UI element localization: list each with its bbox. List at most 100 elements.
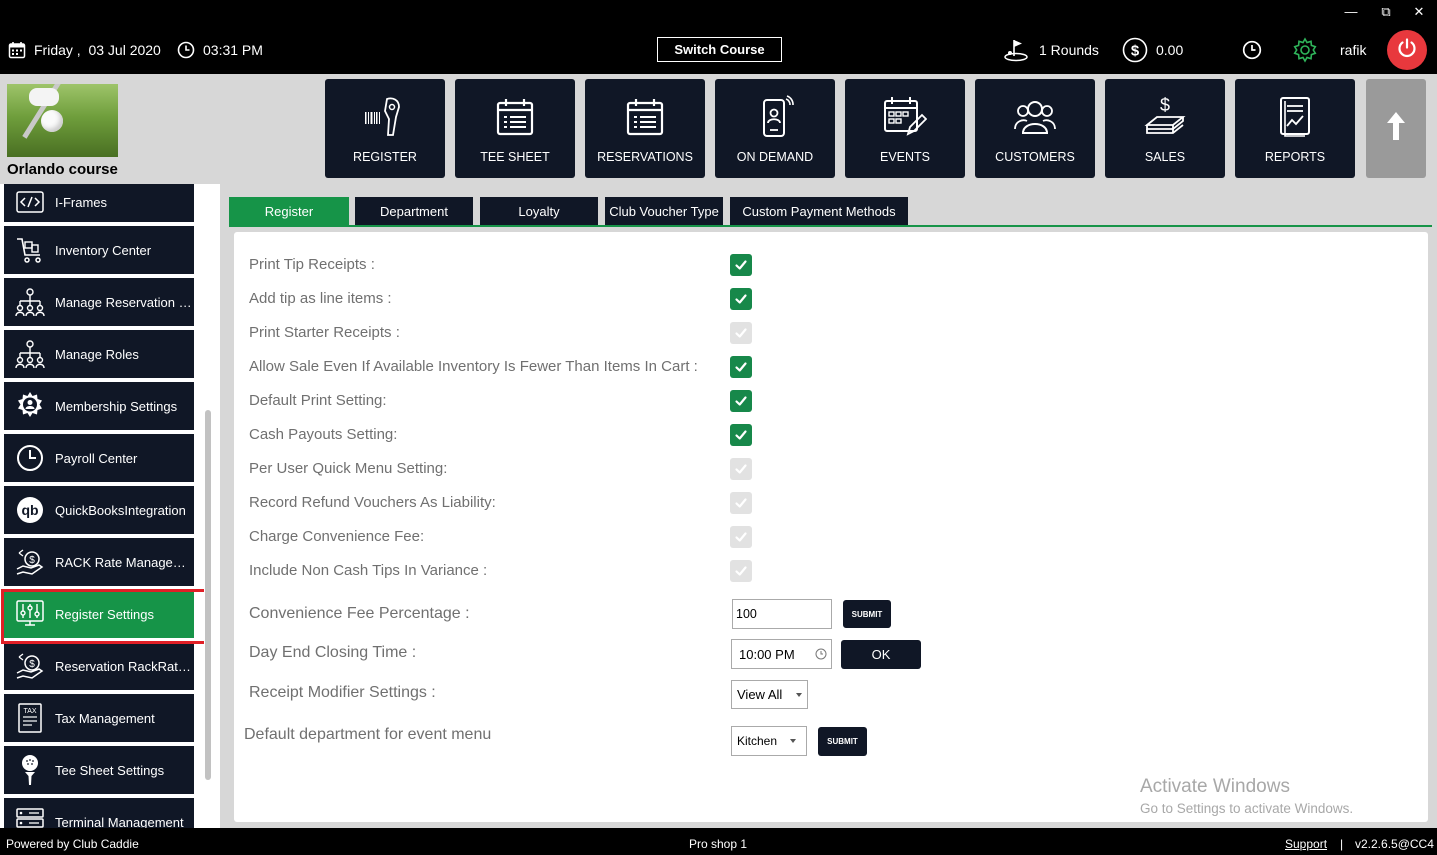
setting-checkbox[interactable] bbox=[730, 390, 752, 412]
report-chart-icon bbox=[1235, 95, 1355, 139]
day-end-time-value: 10:00 PM bbox=[739, 646, 795, 662]
event-department-submit-button[interactable]: SUBMIT bbox=[818, 727, 867, 756]
sidebar-item-tax-management[interactable]: TAX Tax Management bbox=[4, 694, 194, 742]
tab-custom-payment-methods[interactable]: Custom Payment Methods bbox=[730, 197, 908, 225]
app-window: — ⧉ ✕ Friday , 03 Jul 2020 03:31 PM Swit… bbox=[0, 0, 1437, 855]
sidebar-item-label: Manage Reservation R... bbox=[55, 294, 193, 310]
sidebar-item-label: Tax Management bbox=[55, 710, 155, 726]
footer-separator: | bbox=[1340, 837, 1344, 851]
event-department-label: Default department for event menu bbox=[244, 726, 492, 743]
setting-checkbox[interactable] bbox=[730, 288, 752, 310]
nav-tile-events[interactable]: EVENTS bbox=[845, 79, 965, 178]
setting-checkbox[interactable] bbox=[730, 560, 752, 582]
nav-tile-label: REGISTER bbox=[353, 150, 417, 164]
checkmark-icon bbox=[735, 532, 747, 542]
tab-department[interactable]: Department bbox=[355, 197, 473, 225]
sidebar-item-iframes[interactable]: I-Frames bbox=[4, 184, 194, 222]
receipt-modifier-label: Receipt Modifier Settings : bbox=[249, 684, 436, 701]
date-display: Friday , 03 Jul 2020 bbox=[8, 41, 161, 59]
org-chart-icon bbox=[4, 278, 55, 326]
sidebar-item-manage-reservation[interactable]: Manage Reservation R... bbox=[4, 278, 194, 326]
activation-watermark-subtitle: Go to Settings to activate Windows. bbox=[1140, 801, 1354, 816]
receipt-modifier-select[interactable]: View All bbox=[731, 680, 808, 709]
receipt-modifier-value: View All bbox=[737, 687, 783, 702]
support-link[interactable]: Support bbox=[1285, 837, 1327, 851]
powered-by-text: Powered by Club Caddie bbox=[6, 837, 139, 851]
convenience-fee-submit-button[interactable]: SUBMIT bbox=[843, 600, 891, 628]
setting-checkbox[interactable] bbox=[730, 356, 752, 378]
sidebar-item-tee-sheet-settings[interactable]: Tee Sheet Settings bbox=[4, 746, 194, 794]
sidebar-item-label: Tee Sheet Settings bbox=[55, 762, 165, 778]
setting-checkbox[interactable] bbox=[730, 492, 752, 514]
nav-tile-label: TEE SHEET bbox=[480, 150, 550, 164]
sidebar-item-rack-rate[interactable]: $ RACK Rate Manageme... bbox=[4, 538, 194, 586]
history-clock-icon[interactable] bbox=[1242, 40, 1262, 65]
tab-club-voucher-type[interactable]: Club Voucher Type bbox=[605, 197, 723, 225]
sidebar-item-membership-settings[interactable]: Membership Settings bbox=[4, 382, 194, 430]
sidebar-item-manage-roles[interactable]: Manage Roles bbox=[4, 330, 194, 378]
sidebar-item-quickbooks[interactable]: qb QuickBooksIntegration bbox=[4, 486, 194, 534]
tab-register[interactable]: Register bbox=[229, 197, 349, 225]
nav-tile-tee-sheet[interactable]: TEE SHEET bbox=[455, 79, 575, 178]
day-end-closing-label: Day End Closing Time : bbox=[249, 644, 417, 661]
event-department-value: Kitchen bbox=[737, 734, 778, 748]
sidebar-item-label: I-Frames bbox=[55, 194, 107, 210]
sidebar-item-terminal-management[interactable]: Terminal Management bbox=[4, 798, 194, 828]
setting-label: Include Non Cash Tips In Variance : bbox=[249, 562, 488, 579]
sidebar-item-payroll-center[interactable]: Payroll Center bbox=[4, 434, 194, 482]
hand-money-icon: $ bbox=[4, 538, 55, 586]
power-icon bbox=[1396, 37, 1418, 64]
sidebar-item-label: RACK Rate Manageme... bbox=[55, 554, 193, 570]
setting-label: Print Tip Receipts : bbox=[249, 256, 375, 273]
settings-gear-icon[interactable] bbox=[1292, 37, 1318, 68]
balance-display[interactable]: $ 0.00 bbox=[1122, 37, 1183, 63]
day-end-time-input[interactable]: 10:00 PM bbox=[731, 639, 832, 669]
checkmark-icon bbox=[735, 260, 747, 270]
setting-label: Allow Sale Even If Available Inventory I… bbox=[249, 358, 698, 375]
nav-tile-reports[interactable]: REPORTS bbox=[1235, 79, 1355, 178]
code-icon bbox=[4, 184, 55, 222]
sidebar-item-inventory-center[interactable]: Inventory Center bbox=[4, 226, 194, 274]
checkmark-icon bbox=[735, 362, 747, 372]
sidebar-scrollbar-thumb[interactable] bbox=[205, 410, 211, 780]
rounds-text: 1 Rounds bbox=[1039, 42, 1099, 58]
active-item-highlight bbox=[1, 589, 207, 644]
tab-loyalty[interactable]: Loyalty bbox=[480, 197, 598, 225]
nav-tile-customers[interactable]: CUSTOMERS bbox=[975, 79, 1095, 178]
switch-course-button[interactable]: Switch Course bbox=[657, 37, 782, 62]
nav-tile-on-demand[interactable]: ON DEMAND bbox=[715, 79, 835, 178]
setting-label: Cash Payouts Setting: bbox=[249, 426, 398, 443]
tax-document-icon: TAX bbox=[4, 694, 55, 742]
close-button[interactable]: ✕ bbox=[1409, 4, 1429, 20]
day-end-ok-button[interactable]: OK bbox=[841, 640, 921, 669]
course-logo-image bbox=[7, 84, 118, 157]
logout-button[interactable] bbox=[1387, 30, 1427, 70]
sidebar-item-label: Terminal Management bbox=[55, 814, 184, 829]
nav-tile-register[interactable]: REGISTER bbox=[325, 79, 445, 178]
nav-tile-sales[interactable]: $ SALES bbox=[1105, 79, 1225, 178]
chevron-down-icon bbox=[790, 739, 796, 743]
convenience-fee-input[interactable]: 100 bbox=[732, 599, 832, 629]
version-text: v2.2.6.5@CC4 bbox=[1355, 837, 1434, 851]
event-department-select[interactable]: Kitchen bbox=[731, 726, 807, 756]
rounds-display[interactable]: 1 Rounds bbox=[1003, 38, 1099, 62]
minimize-button[interactable]: — bbox=[1341, 4, 1361, 19]
location-text: Pro shop 1 bbox=[689, 837, 748, 851]
setting-checkbox[interactable] bbox=[730, 322, 752, 344]
server-icon bbox=[4, 798, 55, 828]
setting-checkbox[interactable] bbox=[730, 424, 752, 446]
activation-watermark-title: Activate Windows bbox=[1140, 776, 1290, 797]
nav-tile-reservations[interactable]: RESERVATIONS bbox=[585, 79, 705, 178]
setting-checkbox[interactable] bbox=[730, 254, 752, 276]
scroll-up-button[interactable] bbox=[1366, 79, 1426, 178]
sidebar-item-reservation-rackrate[interactable]: $ Reservation RackRate... bbox=[4, 642, 194, 690]
setting-label: Default Print Setting: bbox=[249, 392, 387, 409]
setting-checkbox[interactable] bbox=[730, 458, 752, 480]
setting-checkbox[interactable] bbox=[730, 526, 752, 548]
nav-tile-label: CUSTOMERS bbox=[995, 150, 1075, 164]
clock-icon[interactable] bbox=[815, 648, 827, 663]
setting-label: Print Starter Receipts : bbox=[249, 324, 400, 341]
user-name[interactable]: rafik bbox=[1340, 42, 1366, 58]
restore-button[interactable]: ⧉ bbox=[1376, 4, 1396, 20]
setting-label: Charge Convenience Fee: bbox=[249, 528, 425, 545]
